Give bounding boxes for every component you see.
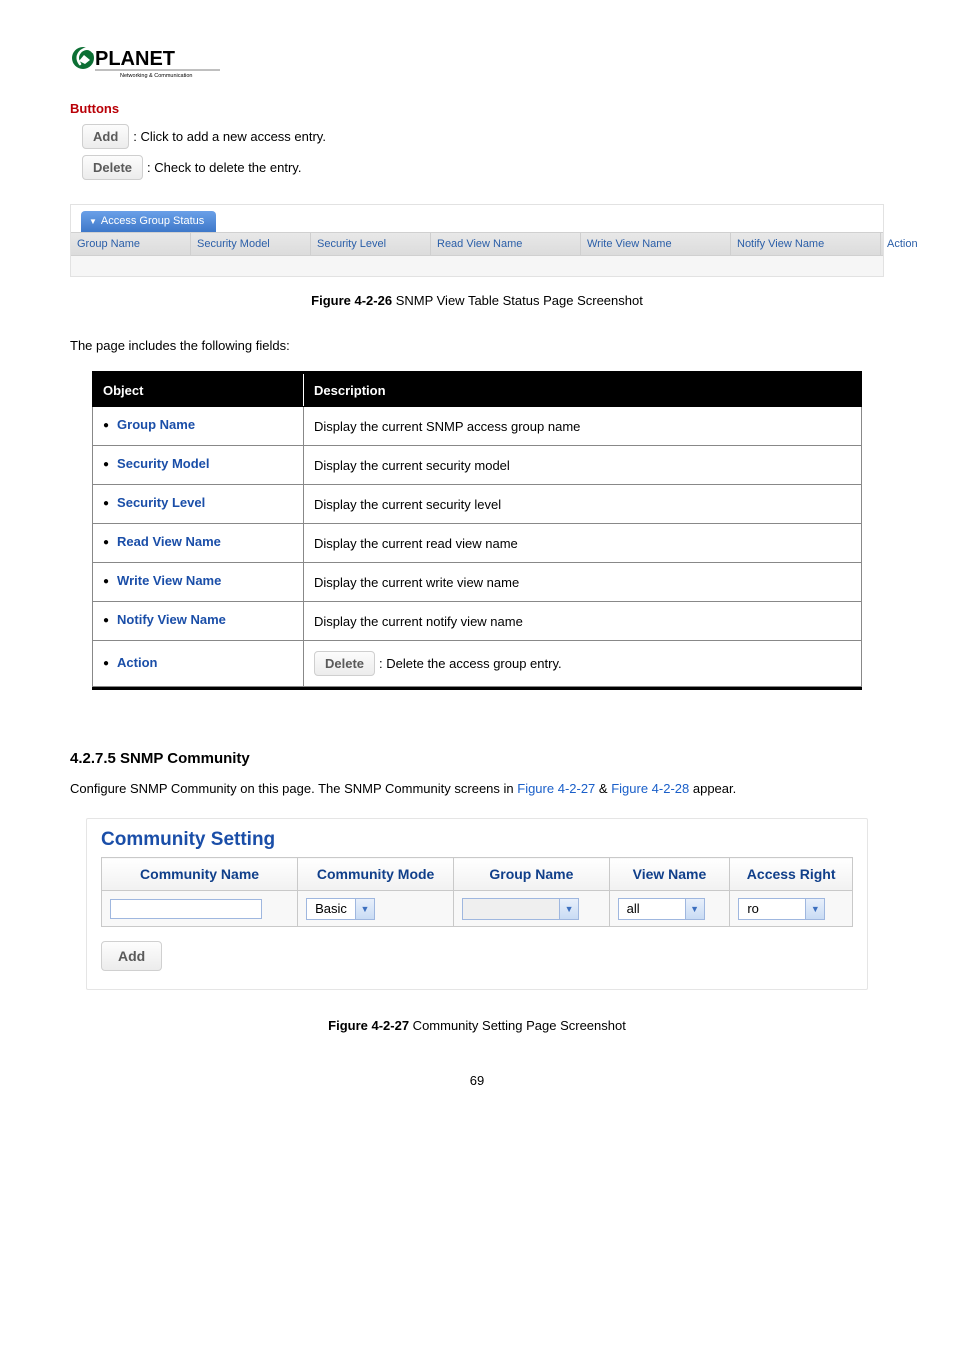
cs-th-access-right: Access Right: [730, 858, 853, 891]
figure-number-2: Figure 4-2-27: [328, 1018, 409, 1033]
group-name-select: ▼: [462, 898, 579, 920]
desc-read-view: Display the current read view name: [304, 524, 862, 563]
cs-add-button[interactable]: Add: [101, 941, 162, 971]
delete-description: : Check to delete the entry.: [147, 160, 301, 175]
view-name-select[interactable]: all ▼: [618, 898, 705, 920]
access-right-select[interactable]: ro ▼: [738, 898, 825, 920]
bullet-icon: ●: [103, 655, 109, 673]
obj-notify-view: Notify View Name: [117, 612, 226, 627]
add-button[interactable]: Add: [82, 124, 129, 149]
row-delete-button[interactable]: Delete: [314, 651, 375, 676]
ags-col-action: Action: [881, 233, 943, 255]
table-row: ● Group Name Display the current SNMP acc…: [93, 407, 862, 446]
table-row: ● Write View Name Display the current wri…: [93, 563, 862, 602]
community-name-input[interactable]: [110, 899, 262, 919]
bullet-icon: ●: [103, 534, 109, 552]
chevron-down-icon: ▼: [559, 899, 578, 919]
bullet-icon: ●: [103, 612, 109, 630]
community-mode-select[interactable]: Basic ▼: [306, 898, 375, 920]
obj-read-view: Read View Name: [117, 534, 221, 549]
cs-input-row: Basic ▼ ▼ all ▼: [102, 891, 853, 927]
community-mode-value: Basic: [307, 901, 355, 916]
section-paragraph: Configure SNMP Community on this page. T…: [70, 781, 884, 796]
cs-header-row: Community Name Community Mode Group Name…: [102, 858, 853, 891]
th-object: Object: [93, 375, 304, 407]
desc-action: Delete : Delete the access group entry.: [304, 641, 862, 687]
page-number: 69: [70, 1073, 884, 1088]
obj-security-level: Security Level: [117, 495, 205, 510]
obj-write-view: Write View Name: [117, 573, 221, 588]
community-setting-panel: Community Setting Community Name Communi…: [86, 818, 868, 990]
link-figure-4-2-28[interactable]: Figure 4-2-28: [611, 781, 689, 796]
ags-header-row: Group Name Security Model Security Level…: [71, 232, 883, 256]
chevron-down-icon: ▼: [685, 899, 704, 919]
section-heading: 4.2.7.5 SNMP Community: [70, 750, 884, 767]
cs-th-view-name: View Name: [609, 858, 730, 891]
ags-col-write-view: Write View Name: [581, 233, 731, 255]
table-row: ● Security Level Display the current secu…: [93, 485, 862, 524]
fields-intro: The page includes the following fields:: [70, 338, 884, 353]
ags-col-group-name: Group Name: [71, 233, 191, 255]
access-group-status-panel: ▼ Access Group Status Group Name Security…: [70, 204, 884, 277]
view-name-value: all: [619, 901, 685, 916]
ags-body: [71, 256, 883, 276]
figure-text-1: SNMP View Table Status Page Screenshot: [392, 293, 643, 308]
link-figure-4-2-27[interactable]: Figure 4-2-27: [517, 781, 595, 796]
para-pre: Configure SNMP Community on this page. T…: [70, 781, 517, 796]
bullet-icon: ●: [103, 495, 109, 513]
chevron-down-icon: ▼: [355, 899, 374, 919]
figure-caption-2: Figure 4-2-27 Community Setting Page Scr…: [70, 1018, 884, 1033]
cs-th-community-mode: Community Mode: [298, 858, 454, 891]
ags-col-notify-view: Notify View Name: [731, 233, 881, 255]
table-row: ● Security Model Display the current secu…: [93, 446, 862, 485]
bullet-icon: ●: [103, 573, 109, 591]
table-row: ● Action Delete : Delete the access group …: [93, 641, 862, 687]
desc-security-model: Display the current security model: [304, 446, 862, 485]
ags-col-read-view: Read View Name: [431, 233, 581, 255]
delete-button[interactable]: Delete: [82, 155, 143, 180]
th-description: Description: [304, 375, 862, 407]
access-right-value: ro: [739, 901, 805, 916]
obj-security-model: Security Model: [117, 456, 209, 471]
desc-group-name: Display the current SNMP access group na…: [304, 407, 862, 446]
figure-caption-1: Figure 4-2-26 SNMP View Table Status Pag…: [70, 293, 884, 308]
chevron-down-icon: ▼: [805, 899, 824, 919]
fields-table: Object Description ● Group Name Display t…: [92, 371, 862, 690]
table-row: ● Notify View Name Display the current no…: [93, 602, 862, 641]
cs-th-community-name: Community Name: [102, 858, 298, 891]
desc-notify-view: Display the current notify view name: [304, 602, 862, 641]
obj-action: Action: [117, 655, 157, 670]
bullet-icon: ●: [103, 417, 109, 435]
table-row: ● Read View Name Display the current read…: [93, 524, 862, 563]
access-group-status-tab[interactable]: ▼ Access Group Status: [81, 211, 216, 232]
bullet-icon: ●: [103, 456, 109, 474]
ags-col-security-level: Security Level: [311, 233, 431, 255]
svg-text:PLANET: PLANET: [95, 48, 175, 70]
row-delete-desc: : Delete the access group entry.: [379, 656, 562, 671]
desc-security-level: Display the current security level: [304, 485, 862, 524]
figure-number-1: Figure 4-2-26: [311, 293, 392, 308]
cs-th-group-name: Group Name: [454, 858, 610, 891]
tab-label: Access Group Status: [101, 215, 204, 227]
obj-group-name: Group Name: [117, 417, 195, 432]
ags-col-security-model: Security Model: [191, 233, 311, 255]
figure-text-2: Community Setting Page Screenshot: [409, 1018, 626, 1033]
para-amp: &: [595, 781, 611, 796]
desc-write-view: Display the current write view name: [304, 563, 862, 602]
buttons-heading: Buttons: [70, 101, 884, 116]
add-description: : Click to add a new access entry.: [133, 129, 326, 144]
para-post: appear.: [689, 781, 736, 796]
brand-logo: PLANET Networking & Communication: [70, 40, 884, 91]
community-setting-title: Community Setting: [101, 829, 853, 851]
chevron-down-icon: ▼: [89, 217, 97, 226]
svg-text:Networking & Communication: Networking & Communication: [120, 73, 192, 79]
